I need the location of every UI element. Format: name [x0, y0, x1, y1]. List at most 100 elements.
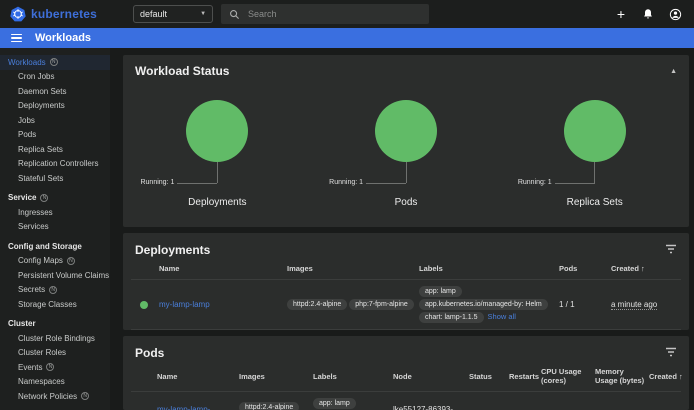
column-header-status[interactable]: Status [469, 372, 507, 381]
filter-icon[interactable] [665, 242, 677, 257]
sidebar-item-label: Replication Controllers [18, 159, 98, 168]
sidebar-item-label: Secrets [18, 285, 45, 294]
column-header-cpu-usage-cores[interactable]: CPU Usage (cores) [541, 367, 593, 385]
sidebar-item-label: Config Maps [18, 256, 63, 265]
labels: app: lamppod-template-hash: 5fd985cf68 [313, 397, 391, 410]
pods-table-body: my-lamp-lamp-5fd985cf68-jwvz4httpd:2.4-a… [131, 392, 681, 410]
column-header-pods[interactable]: Pods [559, 264, 609, 273]
filter-icon[interactable] [665, 345, 677, 360]
namespaced-indicator-icon: N [49, 286, 57, 294]
sidebar-item-label: Cron Jobs [18, 72, 54, 81]
status-chart-deployments: Running: 1Deployments [123, 92, 312, 208]
column-header-images[interactable]: Images [239, 372, 311, 381]
sidebar-item-namespaces[interactable]: Namespaces [0, 375, 110, 390]
sort-up-icon: ↑ [679, 372, 683, 381]
sidebar-item-replication-controllers[interactable]: Replication Controllers [0, 157, 110, 172]
callout-line [177, 183, 217, 184]
labels-chip: app.kubernetes.io/managed-by: Helm [419, 299, 548, 310]
pods-table: NameImagesLabelsNodeStatusRestartsCPU Us… [123, 364, 689, 410]
callout-line [217, 162, 218, 183]
sidebar-item-label: Services [18, 222, 49, 231]
column-header-labels[interactable]: Labels [313, 372, 391, 381]
column-header-name[interactable]: Name [159, 264, 285, 273]
sidebar-item-label: Cluster Role Bindings [18, 334, 95, 343]
namespaced-indicator-icon: N [46, 363, 54, 371]
sidebar-item-label: Service [8, 193, 36, 202]
create-resource-button[interactable]: + [612, 5, 630, 23]
main-content: Workload Status ▲ Running: 1DeploymentsR… [110, 48, 694, 410]
namespace-selector[interactable]: default ▼ [133, 5, 213, 23]
column-header-restarts[interactable]: Restarts [509, 372, 539, 381]
sidebar-item-label: Daemon Sets [18, 87, 66, 96]
namespace-value: default [140, 9, 167, 19]
deployments-table-body: my-lamp-lamphttpd:2.4-alpinephp:7-fpm-al… [131, 280, 681, 330]
user-account-button[interactable] [666, 5, 684, 23]
sidebar-item-events[interactable]: EventsN [0, 360, 110, 375]
column-header-node[interactable]: Node [393, 372, 467, 381]
sidebar-item-daemon-sets[interactable]: Daemon Sets [0, 84, 110, 99]
column-header-created[interactable]: Created↑ [611, 264, 681, 273]
callout-line [594, 162, 595, 183]
namespaced-indicator-icon: N [67, 257, 75, 265]
kubernetes-logo-home-link[interactable]: kubernetes [10, 6, 97, 22]
sidebar-item-cluster-roles[interactable]: Cluster Roles [0, 346, 110, 361]
deployments-title: Deployments [135, 243, 210, 257]
sidebar-item-secrets[interactable]: Secrets N [0, 283, 110, 298]
sidebar-item-stateful-sets[interactable]: Stateful Sets [0, 171, 110, 186]
created-value: a minute ago [611, 300, 657, 310]
brand-name: kubernetes [31, 7, 97, 21]
sidebar-item-label: Network Policies [18, 392, 77, 401]
sidebar-item-ingresses[interactable]: Ingresses [0, 205, 110, 220]
sidebar-item-jobs[interactable]: Jobs [0, 113, 110, 128]
deployments-table-header: NameImagesLabelsPodsCreated↑ [131, 261, 681, 280]
workload-status-charts: Running: 1DeploymentsRunning: 1PodsRunni… [123, 84, 689, 208]
sidebar-item-cron-jobs[interactable]: Cron Jobs [0, 70, 110, 85]
pod-row: my-lamp-lamp-5fd985cf68-jwvz4httpd:2.4-a… [131, 392, 681, 410]
column-header-name[interactable]: Name [157, 372, 237, 381]
sidebar-item-deployments[interactable]: Deployments [0, 99, 110, 114]
sidebar-item-label: Workloads [8, 58, 46, 67]
column-header-created[interactable]: Created↑ [649, 372, 683, 381]
sidebar-item-pods[interactable]: Pods [0, 128, 110, 143]
sidebar-header-service: ServiceN [0, 191, 110, 206]
sidebar-item-storage-classes[interactable]: Storage Classes [0, 297, 110, 312]
sidebar-item-label: Namespaces [18, 377, 65, 386]
chart-name: Pods [312, 197, 501, 208]
sidebar-item-cluster-role-bindings[interactable]: Cluster Role Bindings [0, 331, 110, 346]
show-all-link[interactable]: Show all [488, 312, 516, 321]
collapse-card-button[interactable]: ▲ [670, 68, 677, 75]
topbar-actions: + [612, 5, 684, 23]
deployment-row: my-lamp-lamphttpd:2.4-alpinephp:7-fpm-al… [131, 280, 681, 330]
namespaced-indicator-icon: N [81, 392, 89, 400]
sidebar-item-workloads[interactable]: WorkloadsN [0, 55, 110, 70]
menu-hamburger-icon[interactable] [11, 34, 22, 43]
sidebar-item-label: Persistent Volume Claims [18, 271, 109, 280]
sidebar-item-label: Cluster Roles [18, 348, 66, 357]
pods-table-header: NameImagesLabelsNodeStatusRestartsCPU Us… [131, 364, 681, 392]
sidebar-item-label: Deployments [18, 101, 65, 110]
notifications-button[interactable] [639, 5, 657, 23]
app-bar: Workloads [0, 28, 694, 48]
images-chip: php:7-fpm-alpine [349, 299, 414, 310]
column-header-images[interactable]: Images [287, 264, 417, 273]
column-header-labels[interactable]: Labels [419, 264, 557, 273]
sidebar-item-replica-sets[interactable]: Replica Sets [0, 142, 110, 157]
sidebar-nav: WorkloadsNCron JobsDaemon SetsDeployment… [0, 48, 110, 410]
deployment-name-link[interactable]: my-lamp-lamp [159, 300, 285, 309]
column-header-memory-usage-bytes[interactable]: Memory Usage (bytes) [595, 367, 647, 385]
workload-status-card: Workload Status ▲ Running: 1DeploymentsR… [123, 55, 689, 227]
sidebar-item-label: Ingresses [18, 208, 53, 217]
sidebar-item-config-maps[interactable]: Config Maps N [0, 254, 110, 269]
pod-name-link[interactable]: my-lamp-lamp-5fd985cf68-jwvz4 [157, 405, 237, 410]
pie-chart-pods [375, 100, 437, 162]
chart-name: Deployments [123, 197, 312, 208]
workload-status-title: Workload Status [135, 64, 229, 78]
node-name: lke55127-86393-622f8d09399a [393, 405, 467, 410]
plus-icon: + [617, 7, 625, 21]
images-chip: httpd:2.4-alpine [239, 402, 299, 410]
sidebar-item-services[interactable]: Services [0, 220, 110, 235]
bell-icon [642, 8, 654, 20]
search-input[interactable] [248, 9, 398, 19]
sidebar-item-persistent-volume-claims[interactable]: Persistent Volume ClaimsN [0, 268, 110, 283]
sidebar-item-network-policies[interactable]: Network Policies N [0, 389, 110, 404]
